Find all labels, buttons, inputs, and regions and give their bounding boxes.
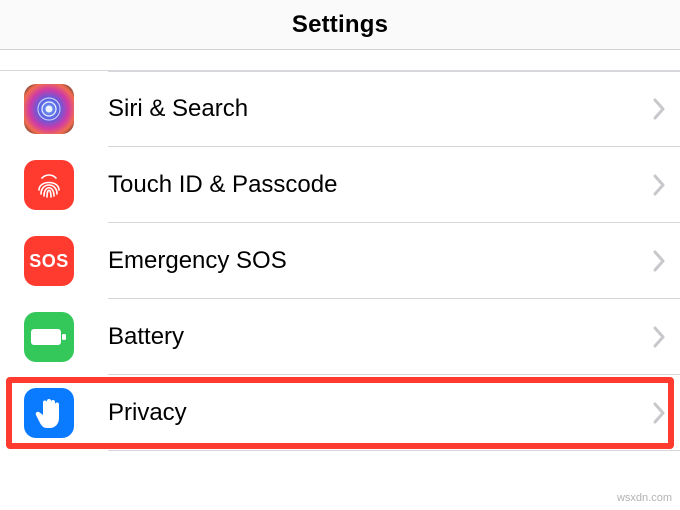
row-privacy-highlight: Privacy <box>0 375 680 451</box>
chevron-right-icon <box>652 402 666 424</box>
section-separator <box>0 50 680 70</box>
row-label: Battery <box>108 323 652 351</box>
fingerprint-icon <box>24 160 74 210</box>
page-title: Settings <box>292 11 388 39</box>
sos-text: SOS <box>29 251 69 272</box>
row-label: Siri & Search <box>108 95 652 123</box>
settings-list: Siri & Search Touch ID & Passcode <box>0 70 680 451</box>
row-siri-search[interactable]: Siri & Search <box>0 71 680 147</box>
row-privacy[interactable]: Privacy <box>0 375 680 451</box>
row-label: Touch ID & Passcode <box>108 171 652 199</box>
watermark: wsxdn.com <box>617 492 672 504</box>
chevron-right-icon <box>652 250 666 272</box>
hand-icon <box>24 388 74 438</box>
row-label: Privacy <box>108 399 652 427</box>
siri-icon <box>24 84 74 134</box>
row-emergency-sos[interactable]: SOS Emergency SOS <box>0 223 680 299</box>
chevron-right-icon <box>652 174 666 196</box>
battery-icon <box>24 312 74 362</box>
chevron-right-icon <box>652 326 666 348</box>
chevron-right-icon <box>652 98 666 120</box>
row-touch-id[interactable]: Touch ID & Passcode <box>0 147 680 223</box>
settings-header: Settings <box>0 0 680 50</box>
row-battery[interactable]: Battery <box>0 299 680 375</box>
sos-icon: SOS <box>24 236 74 286</box>
row-label: Emergency SOS <box>108 247 652 275</box>
